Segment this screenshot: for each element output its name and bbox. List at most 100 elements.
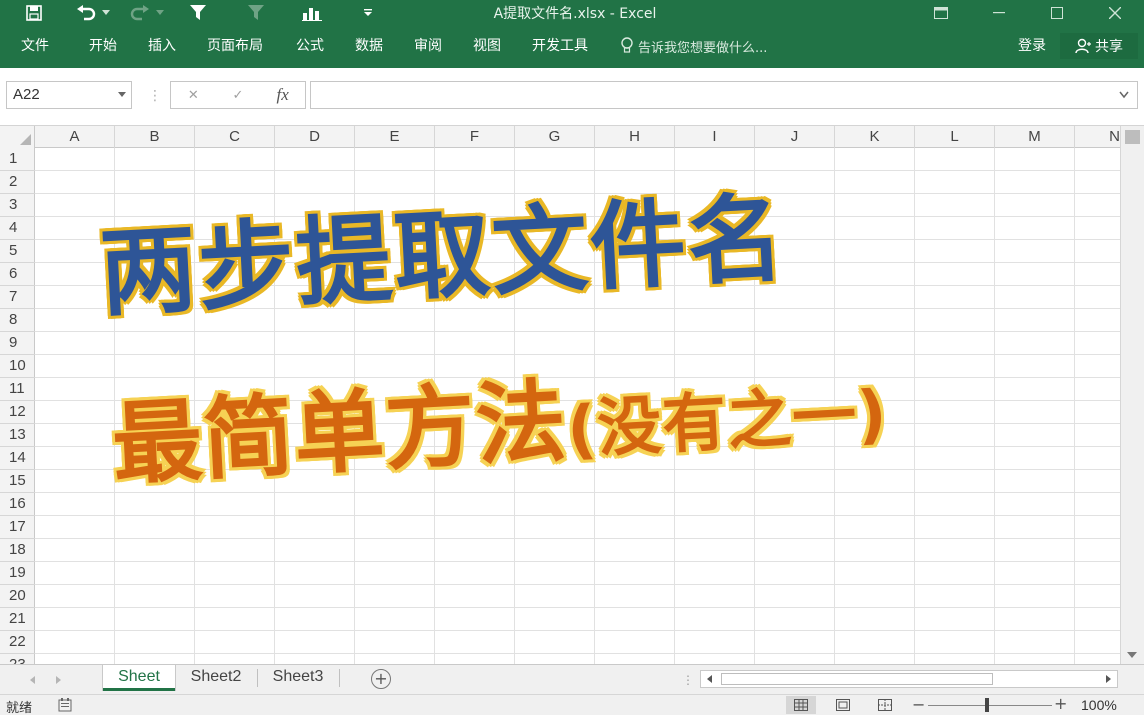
row-header[interactable]: 16 — [0, 493, 35, 516]
insert-chart-icon[interactable] — [300, 2, 324, 24]
row-header[interactable]: 10 — [0, 355, 35, 378]
scroll-right-icon[interactable] — [1106, 675, 1111, 683]
column-header[interactable]: J — [755, 126, 835, 148]
save-icon[interactable] — [22, 2, 46, 24]
macro-record-icon[interactable] — [58, 698, 74, 712]
row-header[interactable]: 19 — [0, 562, 35, 585]
vertical-scroll-thumb[interactable] — [1125, 130, 1140, 144]
clear-filter-icon[interactable] — [244, 2, 268, 24]
row-header[interactable]: 22 — [0, 631, 35, 654]
insert-function-icon[interactable]: fx — [260, 85, 305, 105]
row-headers: 1234567891011121314151617181920212223 — [0, 148, 35, 664]
zoom-out-button[interactable]: − — [912, 695, 925, 714]
sign-in-link[interactable]: 登录 — [1018, 32, 1046, 60]
column-header[interactable]: K — [835, 126, 915, 148]
zoom-slider[interactable] — [928, 705, 1052, 706]
redo-icon[interactable] — [128, 2, 152, 24]
row-header[interactable]: 1 — [0, 148, 35, 171]
row-header[interactable]: 5 — [0, 240, 35, 263]
column-header[interactable]: M — [995, 126, 1075, 148]
lightbulb-icon — [621, 37, 633, 53]
row-header[interactable]: 14 — [0, 447, 35, 470]
tab-data[interactable]: 数据 — [355, 32, 383, 60]
zoom-in-button[interactable]: + — [1054, 694, 1067, 713]
cancel-entry-icon[interactable]: ✕ — [171, 88, 216, 103]
share-button[interactable]: 共享 — [1060, 33, 1138, 59]
page-break-view-icon[interactable] — [870, 696, 900, 714]
column-header[interactable]: D — [275, 126, 355, 148]
row-header[interactable]: 11 — [0, 378, 35, 401]
zoom-slider-thumb[interactable] — [985, 698, 989, 712]
add-sheet-button[interactable]: + — [371, 669, 391, 689]
horizontal-scroll-thumb[interactable] — [721, 673, 993, 685]
tab-developer[interactable]: 开发工具 — [532, 32, 588, 60]
filter-icon[interactable] — [186, 2, 210, 24]
select-all-button[interactable] — [0, 126, 35, 148]
previous-sheet-icon[interactable] — [30, 676, 35, 684]
tab-page-layout[interactable]: 页面布局 — [207, 32, 263, 60]
horizontal-scrollbar[interactable] — [700, 670, 1118, 688]
scroll-left-icon[interactable] — [707, 675, 712, 683]
row-header[interactable]: 7 — [0, 286, 35, 309]
maximize-icon[interactable] — [1034, 0, 1080, 26]
formula-bar-grip[interactable]: ⋮ — [148, 88, 162, 104]
column-header[interactable]: E — [355, 126, 435, 148]
row-header[interactable]: 3 — [0, 194, 35, 217]
ribbon-display-options-icon[interactable] — [918, 0, 964, 26]
row-header[interactable]: 13 — [0, 424, 35, 447]
row-header[interactable]: 20 — [0, 585, 35, 608]
sheet-tab-sheet2[interactable]: Sheet2 — [176, 665, 256, 691]
tab-review[interactable]: 审阅 — [414, 32, 442, 60]
minimize-icon[interactable] — [976, 0, 1022, 26]
tell-me-search[interactable]: 告诉我您想要做什么... — [620, 32, 767, 60]
undo-icon[interactable] — [74, 2, 98, 24]
column-header[interactable]: H — [595, 126, 675, 148]
tab-view[interactable]: 视图 — [473, 32, 501, 60]
row-header[interactable]: 17 — [0, 516, 35, 539]
row-header[interactable]: 8 — [0, 309, 35, 332]
row-header[interactable]: 12 — [0, 401, 35, 424]
column-header[interactable]: I — [675, 126, 755, 148]
row-header[interactable]: 15 — [0, 470, 35, 493]
sheet-tab-sheet[interactable]: Sheet — [103, 665, 175, 691]
redo-dropdown-icon[interactable] — [154, 2, 166, 24]
page-layout-view-icon[interactable] — [828, 696, 858, 714]
confirm-entry-icon[interactable]: ✓ — [216, 88, 261, 103]
expand-formula-bar-icon[interactable] — [1119, 91, 1129, 99]
tab-home[interactable]: 开始 — [89, 32, 117, 60]
row-header[interactable]: 4 — [0, 217, 35, 240]
column-header[interactable]: L — [915, 126, 995, 148]
next-sheet-icon[interactable] — [56, 676, 61, 684]
formula-input[interactable] — [310, 81, 1138, 109]
normal-view-icon[interactable] — [786, 696, 816, 714]
row-header[interactable]: 6 — [0, 263, 35, 286]
zoom-level[interactable]: 100% — [1081, 697, 1117, 713]
tab-split-handle[interactable]: ⋮ — [682, 673, 694, 687]
column-header[interactable]: G — [515, 126, 595, 148]
close-icon[interactable] — [1092, 0, 1138, 26]
column-header[interactable]: B — [115, 126, 195, 148]
row-header[interactable]: 21 — [0, 608, 35, 631]
status-bar: 就绪 − + 100% — [0, 694, 1144, 715]
undo-dropdown-icon[interactable] — [100, 2, 112, 24]
subtitle-main: 最简单方法 — [109, 369, 570, 498]
row-header[interactable]: 18 — [0, 539, 35, 562]
column-header[interactable]: A — [35, 126, 115, 148]
scroll-down-icon[interactable] — [1127, 652, 1137, 658]
row-header[interactable]: 9 — [0, 332, 35, 355]
ribbon-tabs: 文件 开始 插入 页面布局 公式 数据 审阅 视图 开发工具 — [0, 32, 1144, 60]
row-header[interactable]: 2 — [0, 171, 35, 194]
vertical-scrollbar[interactable] — [1120, 126, 1144, 664]
name-box-dropdown-icon[interactable] — [118, 92, 126, 97]
sheet-tab-sheet3[interactable]: Sheet3 — [258, 665, 338, 691]
customize-toolbar-icon[interactable] — [360, 2, 376, 24]
column-header[interactable]: C — [195, 126, 275, 148]
column-header[interactable]: F — [435, 126, 515, 148]
tab-divider — [339, 669, 340, 687]
column-header[interactable]: N — [1075, 126, 1120, 148]
row-header[interactable]: 23 — [0, 654, 35, 664]
tab-file[interactable]: 文件 — [21, 32, 49, 60]
tab-formulas[interactable]: 公式 — [296, 32, 324, 60]
tab-insert[interactable]: 插入 — [148, 32, 176, 60]
name-box[interactable]: A22 — [6, 81, 132, 109]
